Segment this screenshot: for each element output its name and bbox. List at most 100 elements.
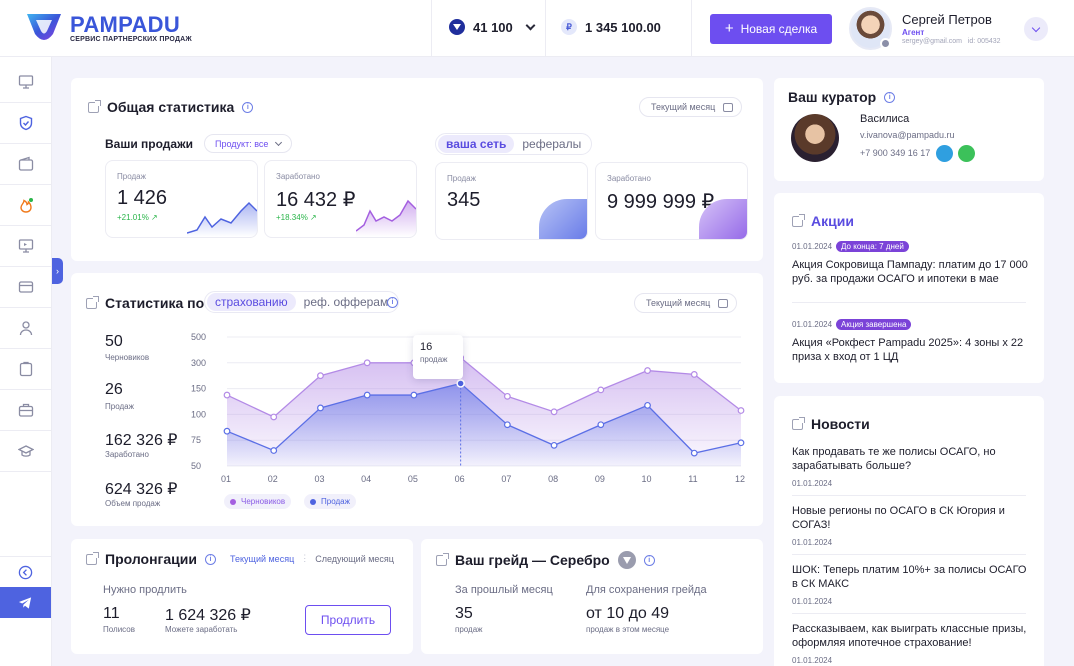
promo-item[interactable]: 01.01.2024 Акция завершена Акция «Рокфест… [792,319,1030,364]
y-tick-label: 100 [191,409,206,419]
prolongation-tabs: Текущий месяц ⋮ Следующий месяц [230,553,394,564]
sidebar-item-profile[interactable] [0,308,51,349]
sidebar-item-dashboard[interactable] [0,62,51,103]
calendar-icon [723,102,734,112]
info-icon[interactable]: i [204,553,216,565]
news-item[interactable]: ШОК: Теперь платим 10%+ за полисы ОСАГО … [792,563,1030,606]
tab-next-month[interactable]: Следующий месяц [315,554,394,564]
x-tick-label: 05 [408,474,418,484]
news-title[interactable]: Новости [811,416,870,432]
tab-current-month[interactable]: Текущий месяц [230,554,294,564]
x-tick-label: 04 [361,474,371,484]
news-item[interactable]: Новые регионы по ОСАГО в СК Югория и СОГ… [792,504,1030,547]
chevron-down-icon [275,138,283,146]
period-selector[interactable]: Текущий месяц [639,97,743,117]
curator-avatar [791,114,839,162]
points-selector[interactable]: 41 100 [449,19,536,35]
sidebar-item-promotions[interactable] [0,185,51,226]
general-stats-title: Общая статистика [107,99,235,115]
collapse-sidebar-button[interactable] [0,556,51,587]
curator-email[interactable]: v.ivanova@pampadu.ru [860,130,955,140]
x-tick-label: 11 [688,474,697,484]
sidebar-item-education[interactable] [0,431,51,472]
renew-button[interactable]: Продлить [305,605,391,635]
presentation-icon [18,239,33,253]
highlight-point [456,379,465,388]
promo-date: 01.01.2024 [792,242,833,251]
keep-grade-unit: продаж в этом месяце [586,625,670,634]
divider [691,0,692,57]
balance-selector[interactable]: ₽ 1 345 100.00 [561,19,661,35]
arrow-left-circle-icon [18,565,33,579]
statistics-switch: страхованию реф. офферам [204,291,400,313]
sidebar-item-business[interactable] [0,390,51,431]
network-earned-card: Заработано 9 999 999 ₽ [595,162,748,240]
sidebar-item-presentation[interactable] [0,226,51,267]
info-icon[interactable]: i [387,297,398,308]
data-point [363,359,371,367]
external-link-icon[interactable] [792,213,805,227]
divider [792,554,1026,555]
stat-value: 16 432 ₽ [276,189,356,211]
divider [792,495,1026,496]
curator-phone[interactable]: +7 900 349 16 17 [860,148,930,158]
promotions-header: Акции [792,213,854,229]
sparkline-icon [356,199,416,237]
news-date: 01.01.2024 [792,479,833,488]
pampadu-logo-icon[interactable] [25,12,63,46]
news-card: Новости Как продавать те же полисы ОСАГО… [774,396,1044,666]
drafts-label: Черновиков [105,353,150,362]
tab-insurance[interactable]: страхованию [207,293,296,311]
data-point [644,367,651,374]
info-icon[interactable]: i [884,91,896,103]
sidebar-item-documents[interactable] [0,349,51,390]
external-link-icon[interactable] [88,99,101,113]
balance-value: 1 345 100.00 [585,19,661,35]
legend-sales[interactable]: Продаж [304,494,356,509]
news-item[interactable]: Как продавать те же полисы ОСАГО, но зар… [792,445,1030,488]
whatsapp-icon[interactable] [958,145,975,162]
promo-badge: Акция завершена [836,319,912,330]
sidebar-expand-handle[interactable]: › [52,258,63,284]
sidebar-item-insurance[interactable] [0,103,51,144]
plus-icon: + [724,20,734,37]
promotions-title[interactable]: Акции [811,213,854,229]
data-point [223,427,231,435]
info-icon[interactable]: i [242,101,254,113]
external-link-icon[interactable] [792,416,805,430]
telegram-button[interactable] [0,587,51,618]
promo-item[interactable]: 01.01.2024 До конца: 7 дней Акция Сокрови… [792,241,1030,286]
prev-month-value: 35 [455,605,473,622]
external-link-icon[interactable] [86,295,99,309]
curator-title: Ваш куратор [788,89,877,105]
user-name: Сергей Петров [902,12,992,27]
period-selector[interactable]: Текущий месяц [634,293,738,313]
chart-tooltip: 16 продаж [413,335,463,379]
tab-ref-offers[interactable]: реф. офферам [296,293,397,311]
telegram-icon[interactable] [936,145,953,162]
top-header: PAMPADU СЕРВИС ПАРТНЕРСКИХ ПРОДАЖ 41 100… [0,0,1074,57]
sidebar-item-cards[interactable] [0,267,51,308]
sidebar-item-wallet[interactable] [0,144,51,185]
x-tick-label: 12 [735,474,745,484]
legend-drafts[interactable]: Черновиков [224,494,292,509]
tab-network[interactable]: ваша сеть [438,135,515,153]
external-link-icon[interactable] [86,551,99,565]
general-stats-header: Общая статистика i [88,99,254,115]
earned-value: 162 326 ₽ [105,432,178,449]
stat-label: Продаж [117,172,146,181]
network-switch: ваша сеть рефералы [435,133,593,155]
info-icon[interactable]: i [643,554,655,566]
new-deal-button[interactable]: + Новая сделка [710,14,832,44]
user-menu-button[interactable] [1024,17,1048,41]
curator-card: Ваш куратор i Василиса v.ivanova@pampadu… [774,78,1044,181]
data-point [223,391,231,399]
earned-label: Заработано [105,450,149,459]
external-link-icon[interactable] [436,552,449,566]
product-select[interactable]: Продукт: все [204,134,293,153]
sparkline-icon [187,201,257,237]
promo-date-row: 01.01.2024 Акция завершена [792,319,1030,330]
tab-referrals[interactable]: рефералы [514,135,589,153]
news-item[interactable]: Рассказываем, как выиграть классные приз… [792,622,1030,665]
divider [792,613,1026,614]
